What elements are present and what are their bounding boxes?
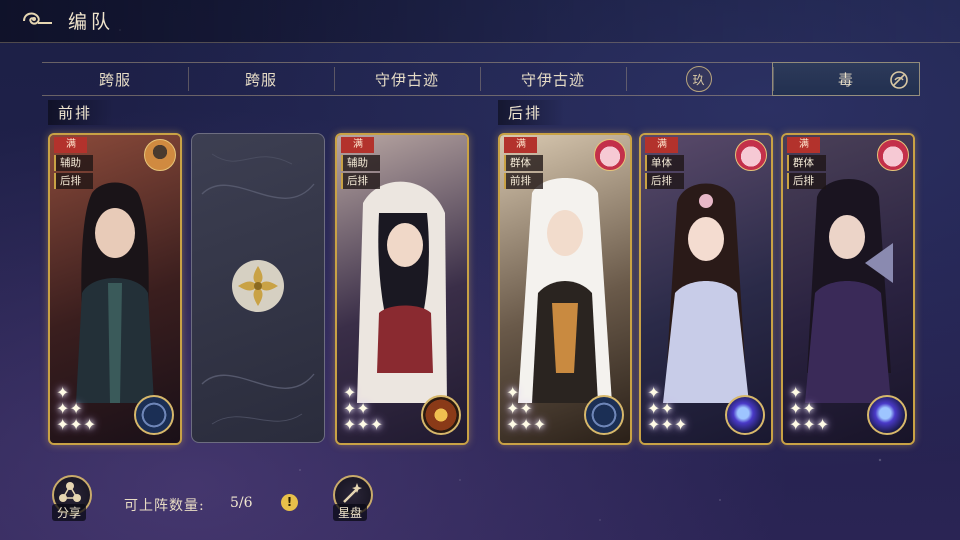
character-card-4[interactable]: 满 单体 后排 ✦ ✦✦ ✦✦✦ [639, 133, 773, 445]
star-rank-icon: ✦ ✦✦ ✦✦✦ [56, 383, 97, 434]
tab-label: 守伊古迹 [520, 70, 585, 89]
empty-formation-slot[interactable] [191, 133, 325, 443]
info-warning-icon[interactable]: ! [281, 494, 298, 511]
back-row-label: 后排 [498, 100, 565, 125]
element-emblem-icon [867, 395, 907, 435]
tab-ruins-1[interactable]: 守伊古迹 [334, 63, 480, 95]
pig-mark-icon [594, 139, 626, 171]
row-badge: 前排 [504, 173, 543, 189]
card-badges: 满 群体 前排 [504, 137, 543, 189]
character-card-2[interactable]: 满 辅助 后排 ✦ ✦✦ ✦✦✦ [335, 133, 469, 445]
character-card-5[interactable]: 满 群体 后排 ✦ ✦✦ ✦✦✦ [781, 133, 915, 445]
add-slot-emblem-icon [232, 260, 284, 312]
max-level-badge: 满 [54, 137, 87, 153]
tab-cross-server-1[interactable]: 跨服 [42, 63, 188, 95]
element-emblem-icon [584, 395, 624, 435]
character-portrait [76, 182, 154, 403]
role-badge: 辅助 [341, 155, 380, 171]
star-rank-icon: ✦ ✦✦ ✦✦✦ [343, 383, 384, 434]
row-badge: 后排 [645, 173, 684, 189]
character-card-3[interactable]: 满 群体 前排 ✦ ✦✦ ✦✦✦ [498, 133, 632, 445]
max-level-badge: 满 [341, 137, 374, 153]
character-portrait [663, 183, 749, 403]
deploy-count-label: 可上阵数量: [124, 498, 205, 514]
formation-tabs: 跨服 跨服 守伊古迹 守伊古迹 玖 毒 [42, 62, 920, 96]
deploy-count-value: 5/6 [230, 495, 253, 511]
star-rank-icon: ✦ ✦✦ ✦✦✦ [506, 383, 547, 434]
row-badge: 后排 [787, 173, 826, 189]
character-avatar-icon [144, 139, 176, 171]
max-level-badge: 满 [504, 137, 537, 153]
row-badge: 后排 [341, 173, 380, 189]
tab-ruins-2[interactable]: 守伊古迹 [480, 63, 626, 95]
star-map-label: 星盘 [333, 504, 368, 521]
star-rank-icon: ✦ ✦✦ ✦✦✦ [789, 383, 830, 434]
element-emblem-icon [725, 395, 765, 435]
pig-mark-icon [735, 139, 767, 171]
tab-nine[interactable]: 玖 [626, 63, 772, 95]
row-badge: 后排 [54, 173, 93, 189]
star-rank-icon: ✦ ✦✦ ✦✦✦ [647, 383, 688, 434]
max-level-badge: 满 [645, 137, 678, 153]
card-badges: 满 群体 后排 [787, 137, 826, 189]
tab-cross-server-2[interactable]: 跨服 [188, 63, 334, 95]
role-badge: 群体 [504, 155, 543, 171]
front-row-label: 前排 [48, 100, 115, 125]
tab-label: 毒 [837, 70, 854, 89]
tab-label: 跨服 [244, 70, 277, 89]
tab-label: 守伊古迹 [374, 70, 439, 89]
disable-slash-icon[interactable] [889, 70, 909, 90]
card-badges: 满 单体 后排 [645, 137, 684, 189]
role-badge: 群体 [787, 155, 826, 171]
card-badges: 满 辅助 后排 [54, 137, 93, 189]
tab-poison[interactable]: 毒 [772, 62, 920, 96]
role-badge: 单体 [645, 155, 684, 171]
character-portrait [805, 179, 893, 403]
header-bar: 编队 [0, 0, 960, 43]
max-level-badge: 满 [787, 137, 820, 153]
element-emblem-icon [134, 395, 174, 435]
page-title: 编队 [68, 11, 115, 33]
character-card-1[interactable]: 满 辅助 后排 ✦ ✦✦ ✦✦✦ [48, 133, 182, 445]
tab-label: 跨服 [98, 70, 131, 89]
character-portrait [518, 178, 612, 403]
role-badge: 辅助 [54, 155, 93, 171]
card-badges: 满 辅助 后排 [341, 137, 380, 189]
element-emblem-icon [421, 395, 461, 435]
nine-badge-icon: 玖 [686, 66, 712, 92]
pig-mark-icon [877, 139, 909, 171]
character-portrait [357, 181, 447, 403]
share-label: 分享 [52, 504, 87, 521]
back-swirl-icon[interactable] [20, 8, 54, 34]
